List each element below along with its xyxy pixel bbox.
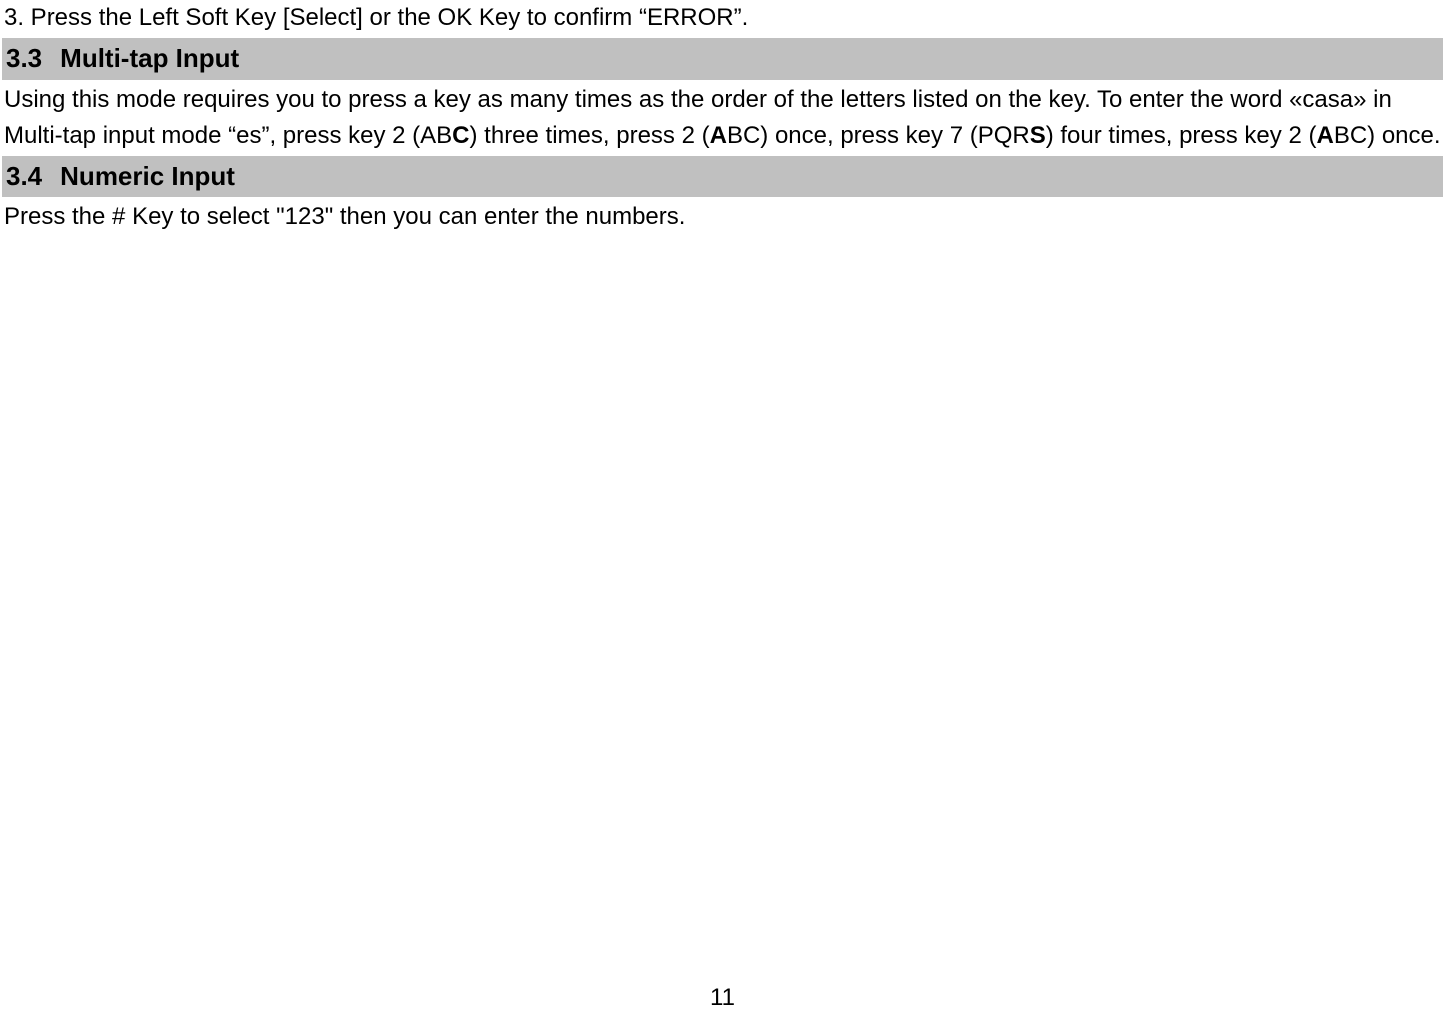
bold-letter: A: [710, 122, 727, 149]
bold-letter: A: [1316, 122, 1333, 149]
bold-letter: S: [1030, 122, 1046, 149]
section-number: 3.3: [6, 40, 42, 78]
text-run: BC) once, press key 7 (PQR: [727, 122, 1030, 149]
section-title: Numeric Input: [60, 161, 235, 191]
section-heading-3-4: 3.4 Numeric Input: [2, 156, 1443, 198]
section-title: Multi-tap Input: [60, 43, 239, 73]
section-heading-3-3: 3.3 Multi-tap Input: [2, 38, 1443, 80]
text-run: ) three times, press 2 (: [470, 122, 710, 149]
section-number: 3.4: [6, 158, 42, 196]
page-number: 11: [710, 981, 735, 1016]
text-run: BC) once.: [1334, 122, 1441, 149]
text-run: ) four times, press key 2 (: [1046, 122, 1317, 149]
section-3-3-paragraph: Using this mode requires you to press a …: [2, 82, 1443, 154]
section-3-4-paragraph: Press the # Key to select "123" then you…: [2, 199, 1443, 235]
bold-letter: C: [452, 122, 469, 149]
instruction-line: 3. Press the Left Soft Key [Select] or t…: [2, 0, 1443, 36]
